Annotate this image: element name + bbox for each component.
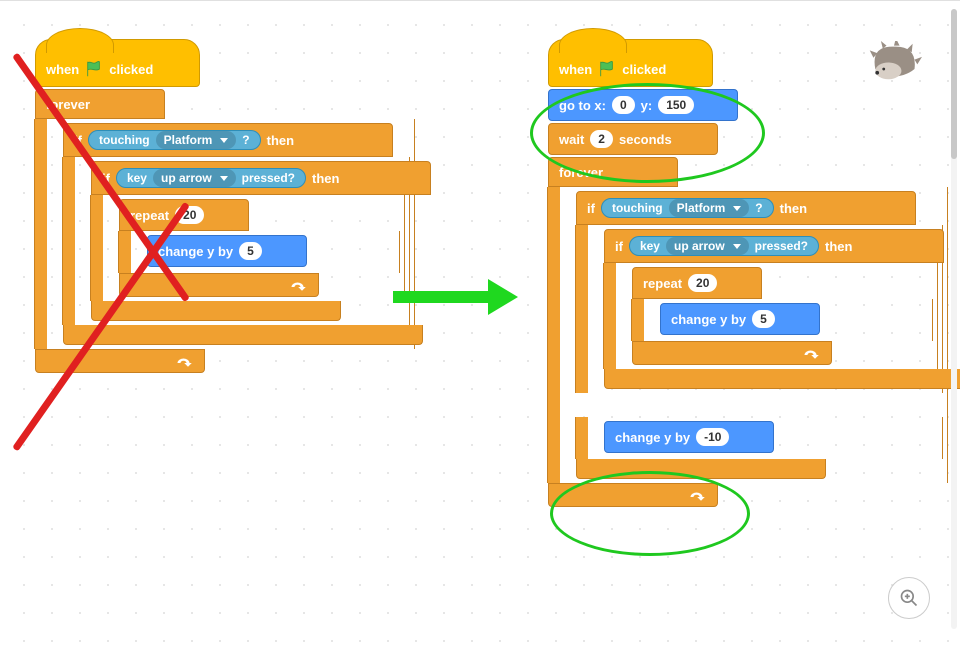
zoom-in-button[interactable] bbox=[888, 577, 930, 619]
goto-y-label: y: bbox=[641, 98, 653, 113]
scratch-canvas[interactable]: when clicked forever if touching Platfor… bbox=[0, 0, 960, 649]
touching-target-dropdown[interactable]: Platform bbox=[156, 131, 237, 149]
touching-label: touching bbox=[99, 133, 150, 147]
then-label: then bbox=[267, 133, 294, 148]
loop-arrow-icon bbox=[176, 354, 194, 368]
vertical-scrollbar[interactable] bbox=[951, 9, 957, 629]
repeat-block[interactable]: repeat 20 change y by 5 bbox=[632, 267, 933, 365]
change-y-label-2: change y by bbox=[615, 430, 690, 445]
then-label-2: then bbox=[312, 171, 339, 186]
then-label-2: then bbox=[825, 239, 852, 254]
change-y-block[interactable]: change y by 5 bbox=[147, 235, 307, 267]
then-label: then bbox=[780, 201, 807, 216]
if-label: if bbox=[587, 201, 595, 216]
change-y-value-2-input[interactable]: -10 bbox=[696, 428, 729, 446]
key-name-dropdown[interactable]: up arrow bbox=[153, 169, 236, 187]
touching-q: ? bbox=[755, 201, 762, 215]
right-script[interactable]: when clicked go to x: 0 y: 150 wait 2 se… bbox=[548, 39, 948, 507]
clicked-label: clicked bbox=[622, 62, 666, 77]
key-label: key bbox=[640, 239, 660, 253]
pressed-label: pressed? bbox=[242, 171, 295, 185]
goto-y-input[interactable]: 150 bbox=[658, 96, 694, 114]
forever-block[interactable]: forever if touching Platform ? then bbox=[35, 89, 415, 373]
goto-label: go to x: bbox=[559, 98, 606, 113]
if-label-2: if bbox=[615, 239, 623, 254]
touching-q: ? bbox=[242, 133, 249, 147]
repeat-label: repeat bbox=[643, 276, 682, 291]
green-flag-icon bbox=[85, 60, 103, 78]
loop-arrow-icon bbox=[290, 278, 308, 292]
sprite-thumbnail-hedgehog[interactable] bbox=[866, 41, 922, 81]
goto-xy-block[interactable]: go to x: 0 y: 150 bbox=[548, 89, 738, 121]
else-arm: else bbox=[576, 393, 826, 417]
forever-block[interactable]: forever if touching Platform ? then bbox=[548, 157, 948, 507]
repeat-count-input[interactable]: 20 bbox=[688, 274, 717, 292]
when-flag-clicked-block[interactable]: when clicked bbox=[548, 39, 713, 87]
when-label: when bbox=[559, 62, 592, 77]
wait-label: wait bbox=[559, 132, 584, 147]
key-label: key bbox=[127, 171, 147, 185]
change-y-value-input[interactable]: 5 bbox=[752, 310, 775, 328]
change-y-label: change y by bbox=[158, 244, 233, 259]
wait-value-input[interactable]: 2 bbox=[590, 130, 613, 148]
key-name-dropdown[interactable]: up arrow bbox=[666, 237, 749, 255]
touching-reporter[interactable]: touching Platform ? bbox=[601, 198, 774, 218]
change-y-block[interactable]: change y by 5 bbox=[660, 303, 820, 335]
seconds-label: seconds bbox=[619, 132, 672, 147]
key-pressed-reporter[interactable]: key up arrow pressed? bbox=[116, 168, 306, 188]
change-y-value-input[interactable]: 5 bbox=[239, 242, 262, 260]
change-y-else-block[interactable]: change y by -10 bbox=[604, 421, 774, 453]
key-pressed-reporter[interactable]: key up arrow pressed? bbox=[629, 236, 819, 256]
if-key-block[interactable]: if key up arrow pressed? then bbox=[604, 229, 938, 389]
left-script[interactable]: when clicked forever if touching Platfor… bbox=[35, 39, 415, 373]
if-else-touching-block[interactable]: if touching Platform ? then if bbox=[576, 191, 943, 479]
if-key-block[interactable]: if key up arrow pressed? then bbox=[91, 161, 405, 321]
loop-arrow-icon bbox=[689, 488, 707, 502]
goto-x-input[interactable]: 0 bbox=[612, 96, 635, 114]
green-flag-icon bbox=[598, 60, 616, 78]
touching-label: touching bbox=[612, 201, 663, 215]
green-arrow-icon bbox=[393, 279, 518, 315]
forever-label: forever bbox=[559, 165, 603, 180]
change-y-label: change y by bbox=[671, 312, 746, 327]
touching-reporter[interactable]: touching Platform ? bbox=[88, 130, 261, 150]
else-label: else bbox=[586, 398, 611, 413]
wait-block[interactable]: wait 2 seconds bbox=[548, 123, 718, 155]
when-flag-clicked-block[interactable]: when clicked bbox=[35, 39, 200, 87]
touching-target-dropdown[interactable]: Platform bbox=[669, 199, 750, 217]
loop-arrow-icon bbox=[803, 346, 821, 360]
when-label: when bbox=[46, 62, 79, 77]
clicked-label: clicked bbox=[109, 62, 153, 77]
repeat-block[interactable]: repeat 20 change y by 5 bbox=[119, 199, 400, 297]
pressed-label: pressed? bbox=[755, 239, 808, 253]
